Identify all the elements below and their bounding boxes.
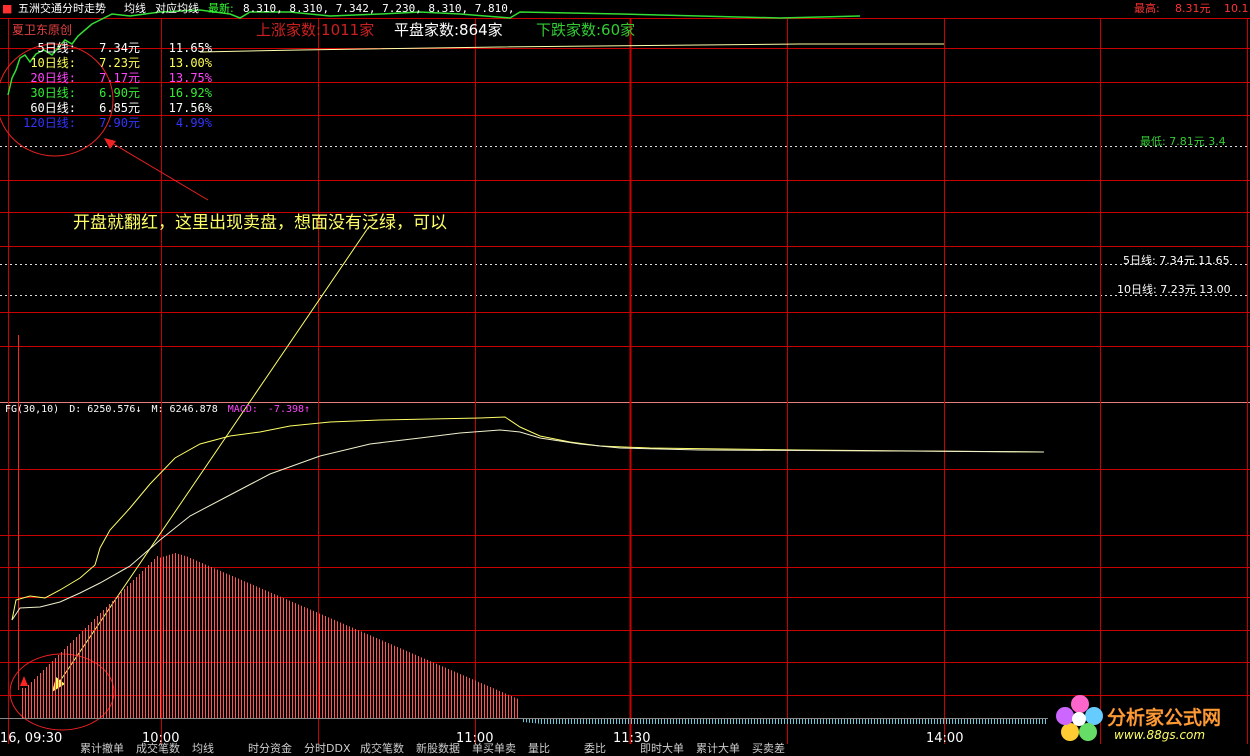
signature: 夏卫东原创 [12, 23, 73, 37]
ma-row: 20日线: 7.17元 13.75% [10, 71, 212, 86]
high-label: 最高: [1134, 2, 1160, 15]
site-logo: 分析家公式网 www.88gs.com [1050, 690, 1250, 750]
annotation-arrow-red [111, 142, 209, 201]
low-label: 最低: 7.81元 3.4 [1140, 135, 1226, 148]
ma-price: 7.23元 [99, 56, 140, 70]
ma-pct: 13.00% [168, 56, 212, 70]
close-icon[interactable]: ■ [2, 0, 12, 18]
ma-price: 7.17元 [99, 71, 140, 85]
ma-price: 7.34元 [99, 41, 140, 55]
indicator-macd-label: MACD: [227, 404, 258, 415]
ma-price: 6.85元 [99, 101, 140, 115]
ma5-right-label: 5日线: 7.34元 11.65 [1123, 254, 1230, 267]
ma-name: 10日线: [30, 56, 76, 70]
ma-row: 60日线: 6.85元 17.56% [10, 101, 212, 116]
indicator-macd-value: -7.398↑ [267, 404, 311, 415]
flower-logo-icon [1056, 695, 1103, 741]
ma-price: 7.90元 [99, 116, 140, 130]
indicator-m: M: 6246.878 [151, 404, 218, 415]
breadth-down: 下跌家数:60家 [536, 21, 636, 39]
ma-pct: 4.99% [175, 116, 212, 130]
latest-label: 最新: [208, 2, 234, 15]
tab-avg-line[interactable]: 均线 [124, 0, 146, 18]
ma-name: 120日线: [23, 116, 76, 130]
moving-average-table: 5日线: 7.34元 11.65% 10日线: 7.23元 13.00% 20日线: 7.17… [10, 41, 212, 131]
ma-row: 30日线: 6.90元 16.92% [10, 86, 212, 101]
stock-title: 五洲交通分时走势 [18, 2, 106, 15]
arrowhead-red [104, 138, 116, 149]
high-pct: 10.1 [1224, 2, 1249, 15]
high-value: 8.31元 [1175, 2, 1211, 15]
ma-pct: 11.65% [168, 41, 212, 55]
ma-pct: 17.56% [168, 101, 212, 115]
logo-url: www.88gs.com [1114, 728, 1206, 742]
ma-name: 30日线: [30, 86, 76, 100]
ma-row: 5日线: 7.34元 11.65% [10, 41, 212, 56]
tab-corr-avg-line[interactable]: 对应均线 [155, 0, 199, 18]
latest-values: 8.310, 8.310, 7.342, 7.230, 8.310, 7.810… [243, 2, 515, 15]
title-bar: ■ 五洲交通分时走势 均线 对应均线 最新: 8.310, 8.310, 7.3… [0, 0, 1250, 18]
arrowhead-red-small [20, 676, 28, 686]
ma-pct: 16.92% [168, 86, 212, 100]
ma-row: 10日线: 7.23元 13.00% [10, 56, 212, 71]
indicator-name: FG(30,10) [5, 404, 60, 415]
ma-name: 20日线: [30, 71, 76, 85]
indicator-d: D: 6250.576↓ [69, 404, 142, 415]
breadth-up: 上涨家数:1011家 [256, 21, 375, 39]
ma-name: 60日线: [30, 101, 76, 115]
ma-price: 6.90元 [99, 86, 140, 100]
breadth-flat: 平盘家数:864家 [394, 21, 503, 39]
logo-name: 分析家公式网 [1107, 707, 1222, 729]
indicator-header: FG(30,10) D: 6250.576↓ M: 6246.878 MACD:… [5, 404, 310, 415]
ma-pct: 13.75% [168, 71, 212, 85]
annotation-text: 开盘就翻红，这里出现卖盘，想面没有泛绿，可以 [73, 213, 447, 233]
ma10-right-label: 10日线: 7.23元 13.00 [1117, 283, 1231, 296]
ma-name: 5日线: [37, 41, 76, 55]
ma-row: 120日线: 7.90元 4.99% [10, 116, 212, 131]
